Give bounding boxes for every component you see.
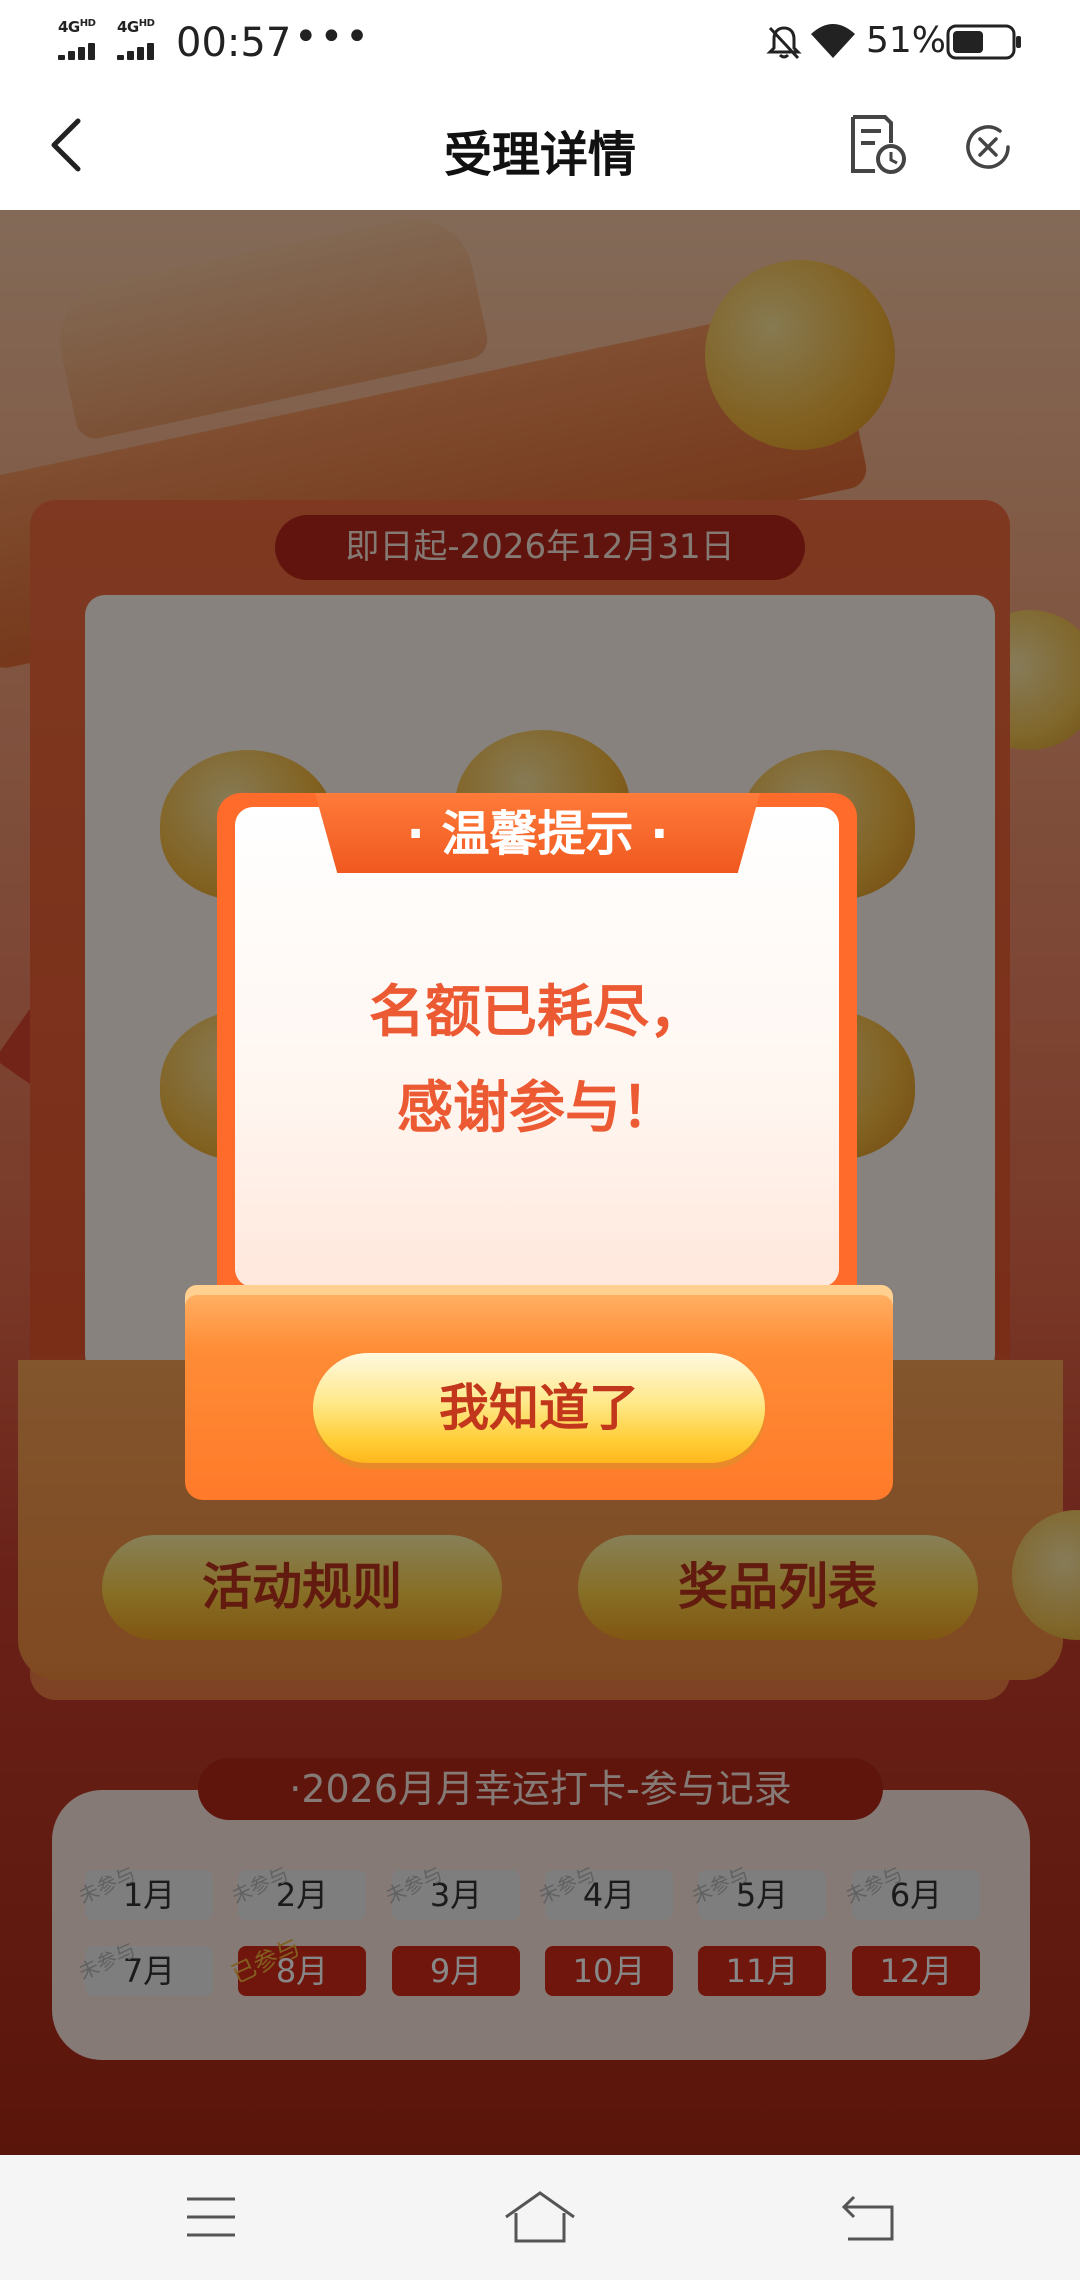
back-icon[interactable]	[840, 2193, 896, 2243]
signal-2-label: 4G	[117, 18, 139, 36]
dialog-title: · 温馨提示 ·	[406, 806, 669, 862]
wifi-icon	[811, 24, 855, 58]
signal-2: 4GHD	[117, 18, 165, 60]
signal-1: 4GHD	[58, 18, 106, 60]
battery-percent: 51%	[866, 20, 947, 61]
mute-bell-icon	[766, 26, 802, 60]
system-navigation-bar	[0, 2155, 1080, 2280]
acknowledge-button[interactable]: 我知道了	[313, 1353, 765, 1463]
notice-dialog: · 温馨提示 · 名额已耗尽， 感谢参与！ 我知道了	[185, 785, 895, 1505]
battery-icon	[946, 24, 1021, 60]
navigation-bar: 受理详情	[0, 85, 1080, 211]
record-icon[interactable]	[845, 113, 909, 177]
page-title: 受理详情	[443, 127, 636, 183]
status-time: 00:57	[176, 20, 292, 66]
dialog-message-line-2: 感谢参与！	[397, 1076, 677, 1141]
signal-bars-icon	[58, 42, 104, 60]
signal-1-label: 4G	[58, 18, 80, 36]
close-icon[interactable]	[962, 121, 1014, 173]
dialog-message: 名额已耗尽， 感谢参与！	[255, 965, 819, 1157]
signal-2-sup: HD	[138, 18, 155, 29]
menu-icon[interactable]	[184, 2193, 238, 2241]
dialog-message-line-1: 名额已耗尽，	[369, 980, 705, 1045]
status-bar: 4GHD 4GHD 00:57 ••• 51%	[0, 0, 1080, 85]
signal-1-sup: HD	[79, 18, 96, 29]
status-more: •••	[294, 14, 371, 60]
signal-bars-icon	[117, 42, 163, 60]
home-icon[interactable]	[502, 2189, 578, 2245]
